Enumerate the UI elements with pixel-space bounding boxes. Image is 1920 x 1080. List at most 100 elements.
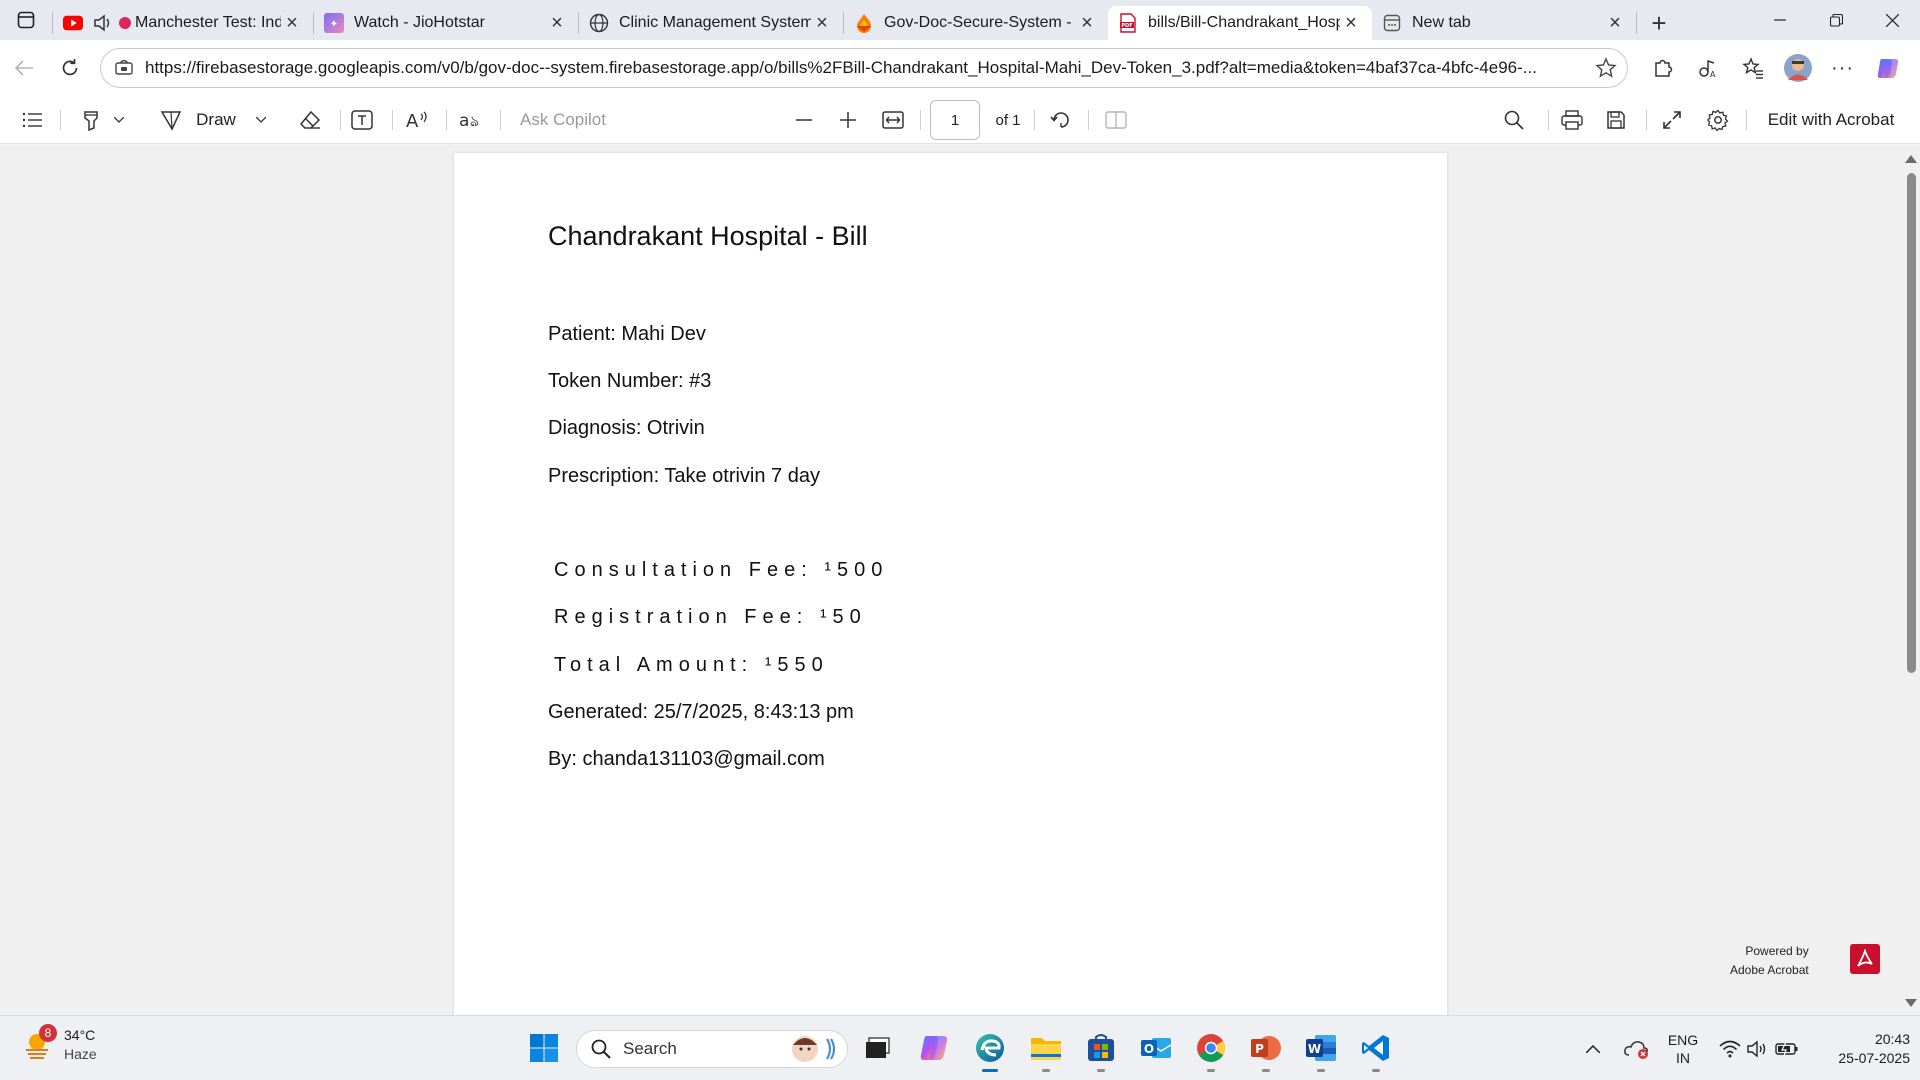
copilot-taskbar-app[interactable] bbox=[914, 1028, 954, 1068]
powered-by-line1: Powered by bbox=[1745, 944, 1809, 958]
clock-time: 20:43 bbox=[1874, 1030, 1910, 1047]
close-icon[interactable]: × bbox=[1076, 12, 1098, 34]
tab-clinic[interactable]: Clinic Management System × bbox=[579, 6, 843, 40]
vscode-taskbar-app[interactable] bbox=[1356, 1028, 1396, 1072]
svg-text:ঌ: ঌ bbox=[470, 112, 479, 130]
quick-settings-button[interactable] bbox=[1714, 1016, 1804, 1080]
translate-button[interactable]: aঌ bbox=[452, 96, 492, 144]
rotate-icon bbox=[1050, 112, 1069, 128]
page-number-input[interactable]: 1 bbox=[930, 100, 980, 140]
close-icon[interactable]: × bbox=[546, 12, 568, 34]
task-view-button[interactable] bbox=[858, 1028, 898, 1068]
tab-hotstar[interactable]: ✦ Watch - JioHotstar × bbox=[314, 6, 578, 40]
running-indicator bbox=[1372, 1069, 1380, 1072]
save-button[interactable] bbox=[1596, 96, 1636, 144]
profile-avatar[interactable] bbox=[1775, 46, 1820, 90]
scroll-up-arrow-icon[interactable] bbox=[1902, 153, 1920, 165]
tab-title: New tab bbox=[1412, 14, 1471, 31]
toolbar-separator bbox=[446, 110, 447, 130]
start-button[interactable] bbox=[524, 1028, 564, 1068]
chevron-down-icon bbox=[114, 117, 124, 123]
tab-pdf-bill[interactable]: PDF bills/Bill-Chandrakant_Hospi × bbox=[1108, 6, 1372, 40]
erase-button[interactable] bbox=[290, 96, 330, 144]
store-taskbar-app[interactable] bbox=[1081, 1028, 1121, 1072]
close-icon[interactable]: × bbox=[811, 12, 833, 34]
chrome-taskbar-app[interactable] bbox=[1191, 1028, 1231, 1072]
input-language-indicator[interactable]: ENG IN bbox=[1662, 1016, 1704, 1080]
prescription-line: Prescription: Take otrivin 7 day bbox=[548, 465, 820, 487]
print-button[interactable] bbox=[1552, 96, 1592, 144]
tab-strip: Manchester Test: Ind × ✦ Watch - JioHots… bbox=[0, 0, 1920, 40]
youtube-icon bbox=[63, 13, 83, 33]
running-indicator bbox=[1207, 1069, 1215, 1072]
tab-actions-button[interactable] bbox=[0, 0, 52, 40]
fullscreen-button[interactable] bbox=[1652, 96, 1692, 144]
settings-button[interactable] bbox=[1698, 96, 1738, 144]
text-box-icon bbox=[351, 110, 373, 130]
close-icon[interactable]: × bbox=[281, 12, 303, 34]
zoom-in-button[interactable] bbox=[828, 96, 868, 144]
favorite-star-icon[interactable] bbox=[1585, 57, 1627, 79]
powerpoint-taskbar-app[interactable]: P bbox=[1246, 1028, 1286, 1072]
tab-firebase[interactable]: Gov-Doc-Secure-System - St × bbox=[844, 6, 1108, 40]
tab-new[interactable]: New tab × bbox=[1372, 6, 1636, 40]
favorites-button[interactable] bbox=[1730, 46, 1775, 90]
search-label: Search bbox=[623, 1039, 677, 1058]
outlook-taskbar-app[interactable]: O bbox=[1136, 1028, 1176, 1068]
weather-widget[interactable]: 8 34°C Haze bbox=[20, 1024, 97, 1064]
add-text-button[interactable] bbox=[342, 96, 382, 144]
adobe-acrobat-logo-icon[interactable] bbox=[1850, 944, 1880, 974]
page-view-button[interactable] bbox=[1096, 96, 1136, 144]
refresh-button[interactable] bbox=[48, 46, 92, 90]
refresh-icon bbox=[62, 59, 78, 76]
tab-youtube[interactable]: Manchester Test: Ind × bbox=[53, 6, 313, 40]
toolbar-separator bbox=[392, 110, 393, 130]
word-taskbar-app[interactable]: W bbox=[1301, 1028, 1341, 1072]
highlight-button[interactable] bbox=[72, 96, 132, 144]
url-text[interactable]: https://firebasestorage.googleapis.com/v… bbox=[145, 58, 1585, 78]
pen-icon bbox=[160, 111, 182, 131]
new-tab-button[interactable]: + bbox=[1637, 6, 1681, 40]
table-of-contents-button[interactable] bbox=[14, 96, 50, 144]
toolbar-separator bbox=[920, 110, 921, 130]
scroll-down-arrow-icon[interactable] bbox=[1902, 997, 1920, 1009]
minimize-button[interactable] bbox=[1752, 0, 1808, 40]
edit-with-acrobat-button[interactable]: Edit with Acrobat bbox=[1756, 96, 1906, 144]
restore-button[interactable] bbox=[1808, 0, 1864, 40]
speaker-icon[interactable] bbox=[93, 13, 113, 33]
address-bar[interactable]: https://firebasestorage.googleapis.com/v… bbox=[100, 48, 1628, 88]
read-aloud-pdf-button[interactable]: A bbox=[398, 96, 438, 144]
expand-icon bbox=[1663, 111, 1681, 129]
show-hidden-icons-button[interactable] bbox=[1578, 1016, 1608, 1080]
extensions-button[interactable] bbox=[1640, 46, 1685, 90]
patient-line: Patient: Mahi Dev bbox=[548, 323, 706, 345]
edge-taskbar-app[interactable] bbox=[970, 1028, 1010, 1072]
back-arrow-icon bbox=[14, 60, 33, 76]
copilot-icon bbox=[1877, 59, 1898, 78]
file-explorer-taskbar-app[interactable] bbox=[1026, 1028, 1066, 1072]
weather-haze-icon: 8 bbox=[20, 1024, 57, 1062]
read-aloud-button[interactable]: A bbox=[1685, 46, 1730, 90]
total-amount-line: Total Amount: ¹550 bbox=[554, 654, 829, 676]
fit-width-button[interactable] bbox=[872, 96, 914, 144]
taskbar-search[interactable]: Search bbox=[576, 1030, 848, 1068]
wifi-icon bbox=[1719, 1040, 1741, 1057]
close-icon[interactable]: × bbox=[1604, 12, 1626, 34]
windows-icon bbox=[530, 1034, 558, 1062]
zoom-out-button[interactable] bbox=[784, 96, 824, 144]
vertical-scrollbar[interactable] bbox=[1902, 145, 1920, 1015]
rotate-button[interactable] bbox=[1040, 96, 1082, 144]
find-button[interactable] bbox=[1494, 96, 1534, 144]
site-info-icon[interactable] bbox=[115, 60, 133, 76]
scrollbar-thumb[interactable] bbox=[1907, 173, 1916, 673]
toolbar-separator bbox=[340, 110, 341, 130]
more-menu-button[interactable]: ··· bbox=[1820, 46, 1865, 90]
close-window-button[interactable] bbox=[1864, 0, 1920, 40]
back-button[interactable] bbox=[2, 46, 46, 90]
ask-copilot-input[interactable]: Ask Copilot bbox=[520, 96, 630, 144]
onedrive-tray-icon[interactable] bbox=[1620, 1016, 1654, 1080]
draw-button[interactable]: Draw bbox=[152, 96, 274, 144]
clock[interactable]: 20:43 25-07-2025 bbox=[1810, 1016, 1910, 1080]
copilot-button[interactable] bbox=[1865, 46, 1910, 90]
close-icon[interactable]: × bbox=[1340, 12, 1362, 34]
